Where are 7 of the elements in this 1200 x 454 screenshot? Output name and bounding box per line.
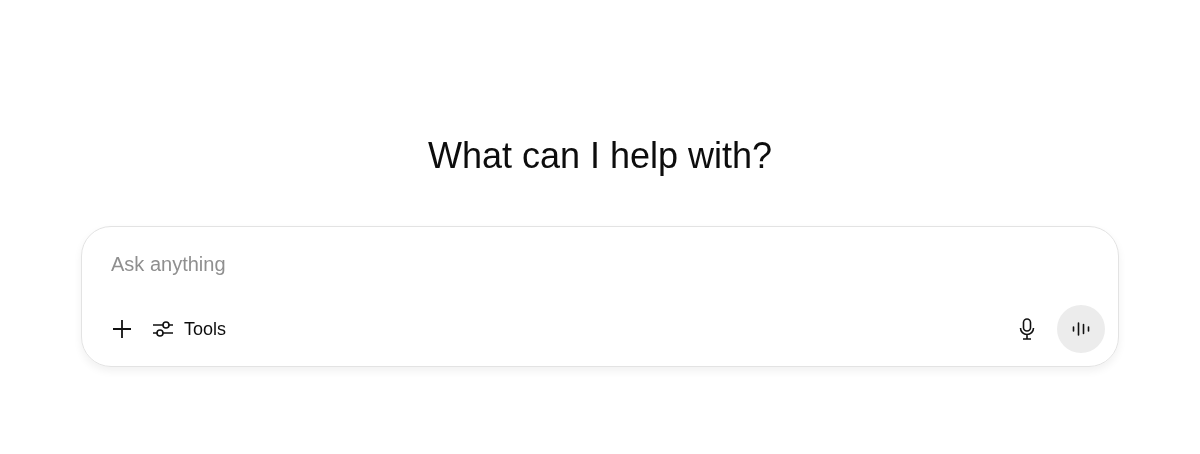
page-heading: What can I help with? <box>427 134 773 178</box>
prompt-input[interactable]: Ask anything <box>111 253 1105 276</box>
tools-button[interactable]: Tools <box>144 309 235 349</box>
sliders-icon <box>152 319 174 339</box>
plus-icon <box>112 319 132 339</box>
waveform-icon <box>1072 321 1090 337</box>
microphone-icon <box>1019 318 1035 340</box>
